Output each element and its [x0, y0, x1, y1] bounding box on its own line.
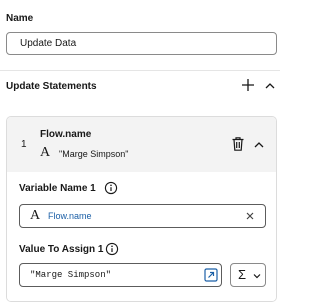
chevron-up-icon[interactable]	[252, 138, 266, 152]
card-header[interactable]: 1 Flow.name A "Marge Simpson"	[7, 117, 276, 172]
variable-name-input[interactable]: A Flow.name	[19, 204, 266, 228]
expression-type-button[interactable]: Σ	[230, 263, 266, 287]
text-type-icon: A	[30, 208, 41, 223]
info-icon[interactable]	[105, 242, 119, 256]
chevron-down-icon	[253, 274, 261, 279]
name-input[interactable]: Update Data	[6, 32, 277, 55]
clear-icon[interactable]	[244, 210, 256, 222]
value-to-assign-text: "Marge Simpson"	[30, 270, 112, 280]
update-statement-card: 1 Flow.name A "Marge Simpson" Variable N…	[6, 116, 277, 302]
plus-icon[interactable]	[240, 77, 256, 93]
divider	[0, 70, 280, 71]
expand-icon[interactable]	[204, 268, 218, 282]
value-to-assign-input[interactable]: "Marge Simpson"	[19, 263, 222, 287]
info-icon[interactable]	[104, 181, 118, 195]
trash-icon[interactable]	[231, 136, 245, 152]
chevron-up-icon[interactable]	[263, 79, 277, 93]
variable-name-label: Variable Name 1	[19, 183, 96, 194]
variable-name-value: Flow.name	[48, 211, 92, 221]
name-label: Name	[6, 13, 34, 24]
sigma-icon: Σ	[238, 267, 247, 282]
text-type-icon: A	[40, 145, 51, 160]
statement-index: 1	[21, 139, 27, 150]
statement-subtitle: "Marge Simpson"	[59, 149, 129, 159]
statement-title: Flow.name	[40, 129, 92, 140]
update-statements-label: Update Statements	[6, 81, 97, 92]
value-to-assign-label: Value To Assign 1	[19, 244, 104, 255]
